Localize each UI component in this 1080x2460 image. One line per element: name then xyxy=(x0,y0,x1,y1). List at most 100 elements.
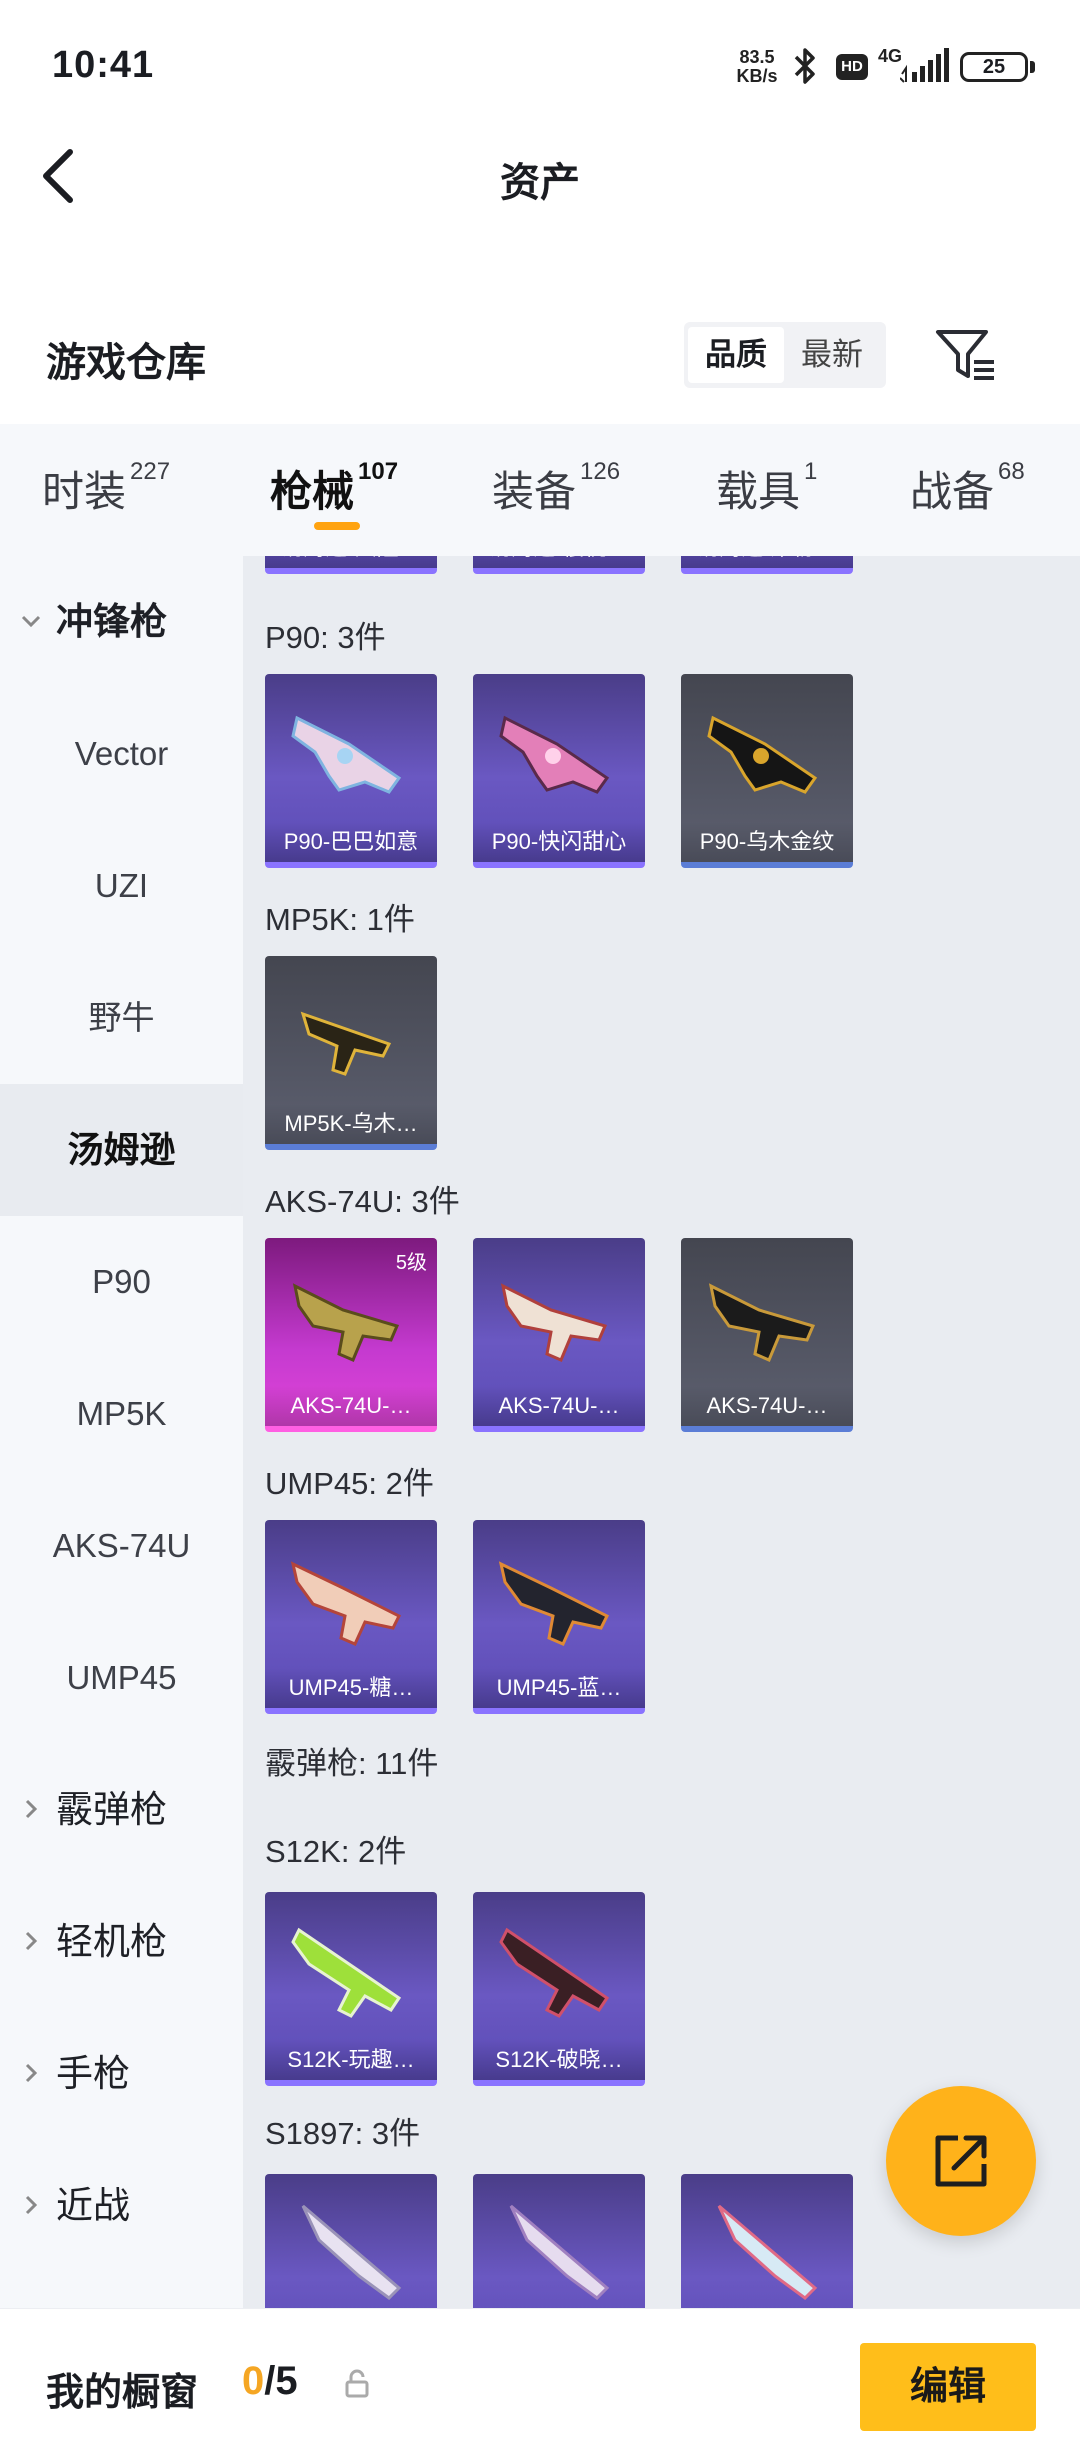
showcase-total: /5 xyxy=(264,2359,298,2403)
tab-count: 126 xyxy=(580,458,621,485)
s12k-weapon-icon xyxy=(291,1927,402,2018)
sidebar-group-label: 冲锋枪 xyxy=(56,601,167,642)
ump45-weapon-icon xyxy=(498,1561,610,1646)
tab-label: 枪械 xyxy=(270,468,355,515)
section-title: P90: 3件 xyxy=(265,620,386,655)
p90-weapon-icon xyxy=(499,715,610,794)
item-card[interactable]: S12K-玩趣… xyxy=(265,1892,437,2086)
sidebar-item-vector[interactable]: Vector xyxy=(0,688,243,820)
sidebar-group-lmg[interactable]: 轻机枪 xyxy=(0,1876,243,2008)
item-card[interactable]: P90-乌木金纹 xyxy=(681,674,853,868)
hd-badge: HD xyxy=(836,54,868,80)
sidebar-group-label: 近战 xyxy=(56,2185,130,2226)
item-card[interactable]: 汤姆逊-耀粉… xyxy=(681,556,853,574)
item-card[interactable]: P90-巴巴如意 xyxy=(265,674,437,868)
lock-icon xyxy=(345,2369,369,2398)
item-card[interactable] xyxy=(681,2174,853,2308)
item-name: P90-乌木金纹 xyxy=(681,822,853,862)
item-name: 汤姆逊-耀粉… xyxy=(681,556,853,568)
item-card[interactable]: AKS-74U-… xyxy=(473,1238,645,1432)
share-external-icon xyxy=(935,2135,987,2187)
active-tab-indicator xyxy=(314,522,360,530)
sidebar-item-p90[interactable]: P90 xyxy=(0,1216,243,1348)
sidebar-group-smg[interactable]: 冲锋枪 xyxy=(0,556,243,688)
section-title: UMP45: 2件 xyxy=(265,1466,434,1501)
mp5k-weapon-icon xyxy=(300,1011,392,1076)
sidebar-item-thompson[interactable]: 汤姆逊 xyxy=(0,1084,243,1216)
tab-count: 68 xyxy=(998,458,1025,485)
sidebar-group-label: 手枪 xyxy=(56,2053,130,2094)
share-button[interactable] xyxy=(886,2086,1036,2236)
sidebar-item-bizon[interactable]: 野牛 xyxy=(0,952,243,1084)
network-speed-unit: KB/s xyxy=(736,66,778,86)
item-name: UMP45-糖… xyxy=(265,1668,437,1708)
chevron-down-icon xyxy=(21,615,41,628)
tab-equipment[interactable]: 装备 126 xyxy=(492,458,620,528)
tab-vehicles[interactable]: 载具 1 xyxy=(716,458,817,528)
aks74u-weapon-icon xyxy=(708,1283,816,1362)
battery-indicator: 25 xyxy=(960,52,1028,82)
tab-guns[interactable]: 枪械 107 xyxy=(270,458,398,528)
item-level-badge: 5级 xyxy=(395,1252,427,1274)
page-title: 资产 xyxy=(500,161,580,205)
status-time: 10:41 xyxy=(52,44,155,86)
item-card[interactable]: P90-快闪甜心 xyxy=(473,674,645,868)
sort-by-latest[interactable]: 最新 xyxy=(784,327,880,383)
item-name: AKS-74U-… xyxy=(473,1386,645,1426)
aks74u-weapon-icon xyxy=(500,1283,608,1362)
item-card[interactable]: 5级 AKS-74U-… xyxy=(265,1238,437,1432)
item-card[interactable]: AKS-74U-… xyxy=(681,1238,853,1432)
sidebar-item-aks74u[interactable]: AKS-74U xyxy=(0,1480,243,1612)
tab-supplies[interactable]: 战备 68 xyxy=(910,458,1025,528)
section-title: S12K: 2件 xyxy=(265,1834,407,1869)
section-title: MP5K: 1件 xyxy=(265,902,415,937)
sidebar-group-label: 轻机枪 xyxy=(56,1921,167,1962)
item-name: S12K-玩趣… xyxy=(265,2040,437,2080)
signal-icon xyxy=(900,48,949,83)
ump45-weapon-icon xyxy=(290,1561,402,1646)
item-card[interactable]: 汤姆逊-大隆… xyxy=(265,556,437,574)
tab-count: 1 xyxy=(804,458,818,485)
item-card[interactable]: 汤姆逊-樱桃… xyxy=(473,556,645,574)
item-name: S12K-破晓… xyxy=(473,2040,645,2080)
tab-count: 107 xyxy=(358,458,399,485)
battery-terminal xyxy=(1030,61,1035,73)
category-tabs: 时装 227 枪械 107 装备 126 载具 1 战备 68 xyxy=(0,424,1080,556)
sidebar-item-ump45[interactable]: UMP45 xyxy=(0,1612,243,1744)
tab-label: 战备 xyxy=(910,468,995,515)
s12k-weapon-icon xyxy=(499,1927,610,2018)
item-card[interactable] xyxy=(473,2174,645,2308)
chevron-right-icon xyxy=(25,1799,38,1819)
item-card[interactable] xyxy=(265,2174,437,2308)
filter-list-icon[interactable] xyxy=(934,326,998,386)
item-name: MP5K-乌木… xyxy=(265,1104,437,1144)
sidebar-group-shotgun[interactable]: 霰弹枪 xyxy=(0,1744,243,1876)
showcase-count: 0/5 xyxy=(242,2359,298,2404)
tab-label: 载具 xyxy=(716,468,801,515)
item-name: P90-快闪甜心 xyxy=(473,822,645,862)
item-name: AKS-74U-… xyxy=(265,1386,437,1426)
item-name: 汤姆逊-大隆… xyxy=(265,556,437,568)
tab-label: 时装 xyxy=(42,468,127,515)
p90-weapon-icon xyxy=(291,715,402,794)
item-card[interactable]: MP5K-乌木… xyxy=(265,956,437,1150)
edit-button[interactable]: 编辑 xyxy=(860,2343,1036,2431)
chevron-right-icon xyxy=(25,2063,38,2083)
sidebar-item-mp5k[interactable]: MP5K xyxy=(0,1348,243,1480)
s1897-weapon-icon xyxy=(301,2204,402,2300)
tab-label: 装备 xyxy=(492,468,577,515)
network-speed-value: 83.5 xyxy=(739,47,775,67)
sidebar-group-pistol[interactable]: 手枪 xyxy=(0,2008,243,2140)
sidebar-group-melee[interactable]: 近战 xyxy=(0,2140,243,2272)
section-title: S1897: 3件 xyxy=(265,2116,421,2151)
bottom-bar: 我的橱窗 0/5 编辑 xyxy=(0,2308,1080,2460)
status-bar: 10:41 83.5 KB/s HD 4G 25 xyxy=(0,0,1080,130)
warehouse-title: 游戏仓库 xyxy=(46,341,206,385)
item-card[interactable]: S12K-破晓… xyxy=(473,1892,645,2086)
item-card[interactable]: UMP45-糖… xyxy=(265,1520,437,1714)
tab-fashion[interactable]: 时装 227 xyxy=(42,458,170,528)
sort-by-quality[interactable]: 品质 xyxy=(688,327,784,383)
sidebar-item-uzi[interactable]: UZI xyxy=(0,820,243,952)
item-card[interactable]: UMP45-蓝… xyxy=(473,1520,645,1714)
network-type: 4G xyxy=(878,46,903,66)
